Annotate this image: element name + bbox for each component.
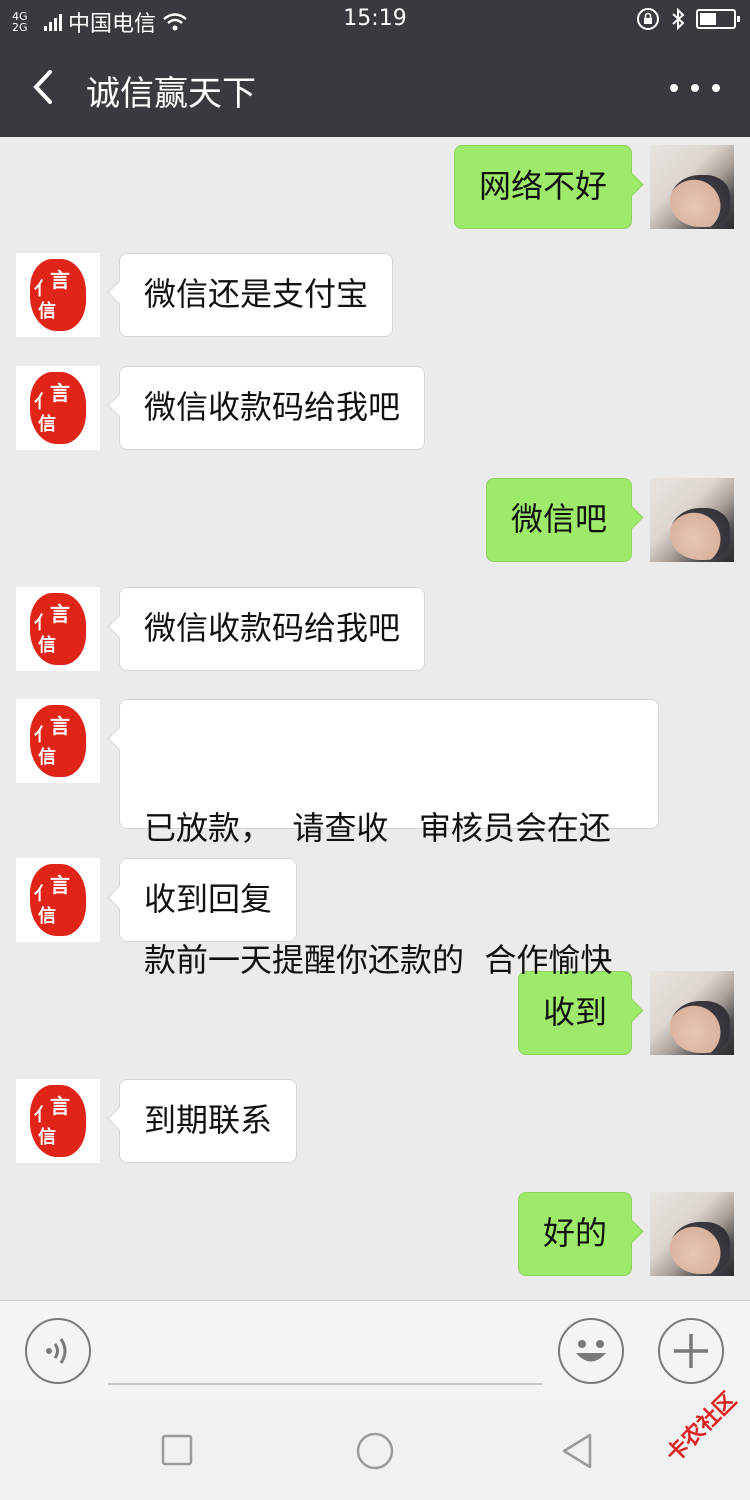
received-bubble[interactable]: 微信收款码给我吧 <box>119 366 426 450</box>
sent-bubble[interactable]: 收到 <box>517 971 632 1055</box>
sent-bubble[interactable]: 好的 <box>517 1192 632 1276</box>
chat-header: 诚信赢天下 <box>0 40 750 137</box>
status-bar: 4G 2G 中国电信 15:19 <box>0 0 750 40</box>
my-avatar[interactable] <box>650 478 734 562</box>
message-row: 亻言信 到期联系 <box>0 1079 750 1163</box>
message-row: 微信吧 <box>0 478 750 562</box>
received-bubble[interactable]: 微信收款码给我吧 <box>119 587 426 671</box>
message-text: 微信吧 <box>510 500 607 538</box>
message-text: 到期联系 <box>144 1101 273 1139</box>
sent-bubble[interactable]: 微信吧 <box>485 478 632 562</box>
status-right <box>636 7 740 31</box>
message-row: 亻言信 已放款， 请查收 审核员会在还 款前一天提醒你还款的 合作愉快 <box>0 699 750 979</box>
message-row: 亻言信 微信收款码给我吧 <box>0 366 750 450</box>
message-text-line: 已放款， 请查收 审核员会在还 <box>144 809 611 847</box>
message-row: 收到 <box>0 971 750 1055</box>
message-text: 微信收款码给我吧 <box>144 609 401 647</box>
sent-bubble[interactable]: 网络不好 <box>453 145 632 229</box>
system-nav-bar <box>0 1400 750 1500</box>
message-row: 亻言信 微信收款码给我吧 <box>0 587 750 671</box>
contact-avatar[interactable]: 亻言信 <box>16 858 100 942</box>
seal-logo: 亻言信 <box>30 705 86 777</box>
voice-icon[interactable] <box>25 1318 91 1384</box>
bluetooth-icon <box>672 7 685 31</box>
message-row: 好的 <box>0 1192 750 1276</box>
seal-logo: 亻言信 <box>30 593 86 665</box>
chat-title: 诚信赢天下 <box>86 74 256 114</box>
home-circle-icon[interactable] <box>355 1431 395 1471</box>
message-text: 网络不好 <box>478 167 607 205</box>
message-list[interactable]: 网络不好 亻言信 微信还是支付宝 亻言信 微信收款码给我吧 微信吧 亻言信 微信… <box>0 137 750 1300</box>
message-row: 亻言信 收到回复 <box>0 858 750 942</box>
message-row: 网络不好 <box>0 145 750 229</box>
received-bubble[interactable]: 到期联系 <box>119 1079 298 1163</box>
seal-logo: 亻言信 <box>30 864 86 936</box>
contact-avatar[interactable]: 亻言信 <box>16 699 100 783</box>
message-text: 微信收款码给我吧 <box>144 388 401 426</box>
seal-logo: 亻言信 <box>30 372 86 444</box>
my-avatar[interactable] <box>650 971 734 1055</box>
message-text: 收到回复 <box>144 880 273 918</box>
back-triangle-icon[interactable] <box>558 1431 598 1471</box>
received-bubble[interactable]: 收到回复 <box>119 858 298 942</box>
lock-rotation-icon <box>637 8 659 30</box>
emoji-icon[interactable] <box>558 1318 624 1384</box>
message-text-line: 款前一天提醒你还款的 合作愉快 <box>144 941 613 979</box>
battery-fill <box>700 13 716 25</box>
message-text: 收到 <box>542 993 607 1031</box>
contact-avatar[interactable]: 亻言信 <box>16 1079 100 1163</box>
received-bubble[interactable]: 已放款， 请查收 审核员会在还 款前一天提醒你还款的 合作愉快 <box>119 699 659 979</box>
message-text: 好的 <box>542 1214 607 1252</box>
message-row: 亻言信 微信还是支付宝 <box>0 253 750 337</box>
contact-avatar[interactable]: 亻言信 <box>16 366 100 450</box>
seal-logo: 亻言信 <box>30 259 86 331</box>
recent-apps-square-icon[interactable] <box>160 1433 194 1467</box>
back-chevron-icon[interactable] <box>22 62 72 112</box>
contact-avatar[interactable]: 亻言信 <box>16 587 100 671</box>
message-input[interactable] <box>108 1383 542 1385</box>
message-text: 微信还是支付宝 <box>144 275 369 313</box>
received-bubble[interactable]: 微信还是支付宝 <box>119 253 394 337</box>
more-dots-icon[interactable] <box>670 70 720 106</box>
contact-avatar[interactable]: 亻言信 <box>16 253 100 337</box>
my-avatar[interactable] <box>650 1192 734 1276</box>
seal-logo: 亻言信 <box>30 1085 86 1157</box>
my-avatar[interactable] <box>650 145 734 229</box>
battery-icon <box>696 9 740 29</box>
input-bar <box>0 1300 750 1400</box>
plus-icon[interactable] <box>658 1318 724 1384</box>
